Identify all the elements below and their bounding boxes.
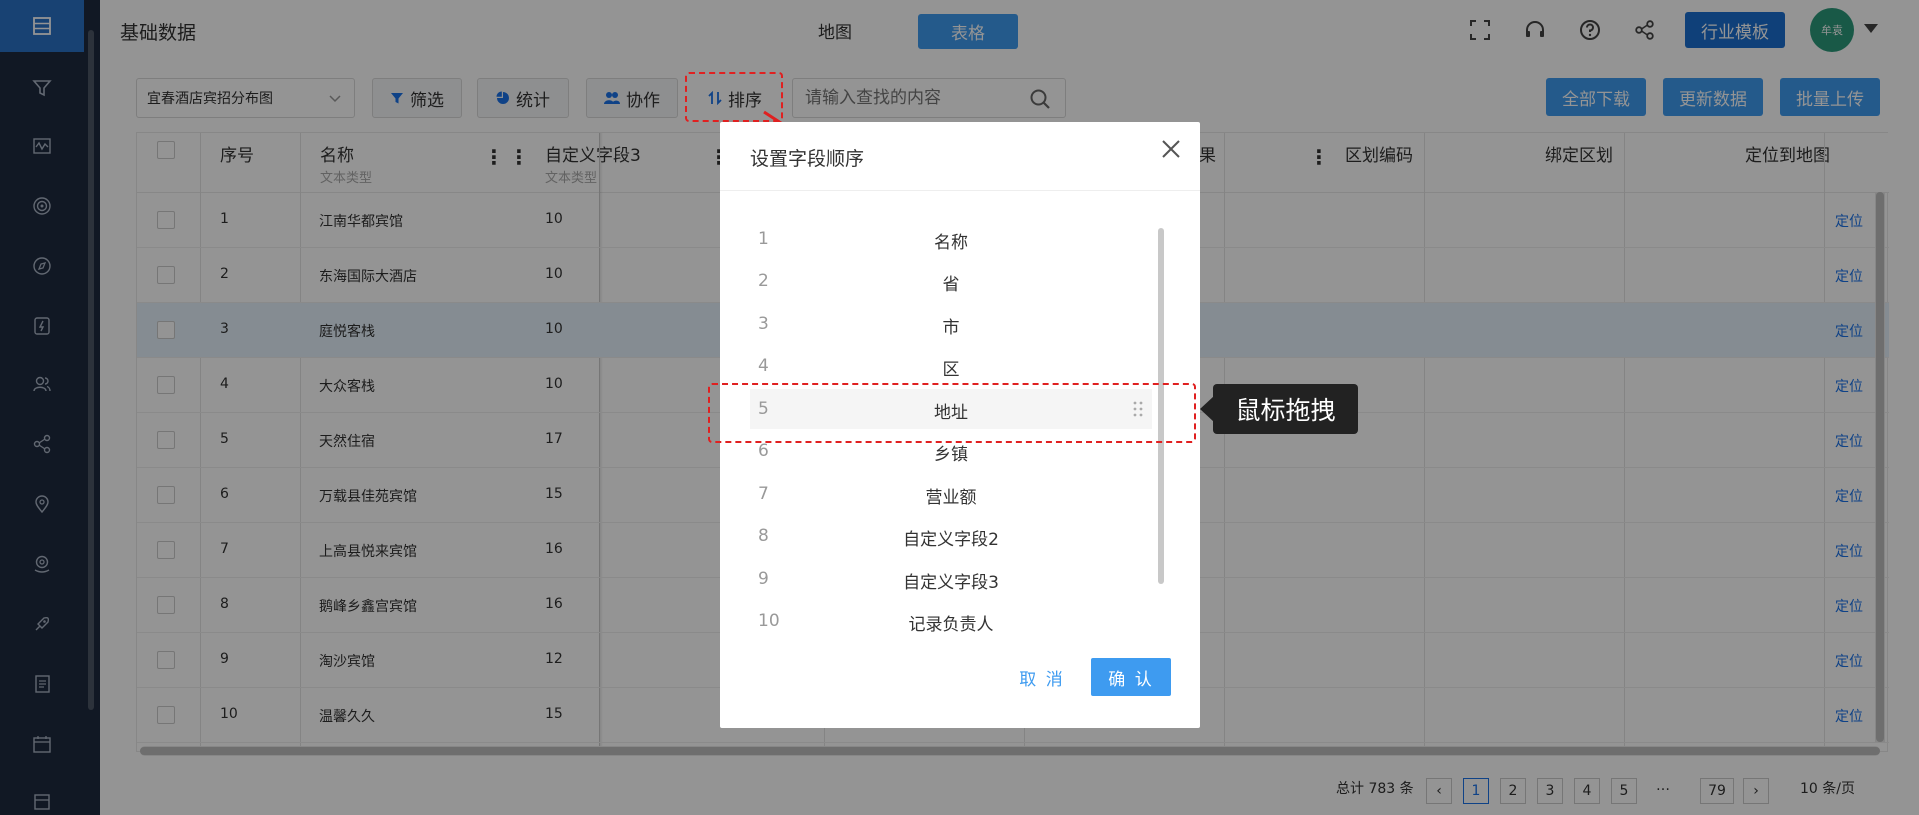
field-name: 自定义字段2 bbox=[903, 530, 999, 550]
field-item[interactable]: 7 营业额 bbox=[750, 474, 1152, 514]
field-item[interactable]: 9 自定义字段3 bbox=[750, 559, 1152, 599]
field-item[interactable]: 4 区 bbox=[750, 346, 1152, 386]
field-name: 营业额 bbox=[925, 488, 977, 508]
field-name: 乡镇 bbox=[934, 445, 968, 465]
confirm-button[interactable]: 确 认 bbox=[1091, 658, 1171, 696]
field-item[interactable]: 1 名称 bbox=[750, 219, 1152, 259]
field-item[interactable]: 8 自定义字段2 bbox=[750, 516, 1152, 556]
field-item[interactable]: 10 记录负责人 bbox=[750, 601, 1152, 641]
close-icon[interactable] bbox=[1158, 136, 1184, 162]
field-name: 名称 bbox=[934, 233, 968, 253]
field-item[interactable]: 2 省 bbox=[750, 261, 1152, 301]
cancel-button[interactable]: 取 消 bbox=[1002, 658, 1082, 696]
field-name: 自定义字段3 bbox=[903, 573, 999, 593]
field-name: 省 bbox=[942, 275, 960, 295]
field-name: 记录负责人 bbox=[908, 615, 994, 635]
field-item[interactable]: 3 市 bbox=[750, 304, 1152, 344]
modal-title: 设置字段顺序 bbox=[750, 148, 865, 170]
tooltip-arrow bbox=[1200, 396, 1214, 422]
drag-item-highlight bbox=[708, 383, 1196, 443]
drag-tooltip: 鼠标拖拽 bbox=[1213, 384, 1358, 434]
field-name: 区 bbox=[942, 360, 960, 380]
field-name: 市 bbox=[942, 318, 960, 338]
